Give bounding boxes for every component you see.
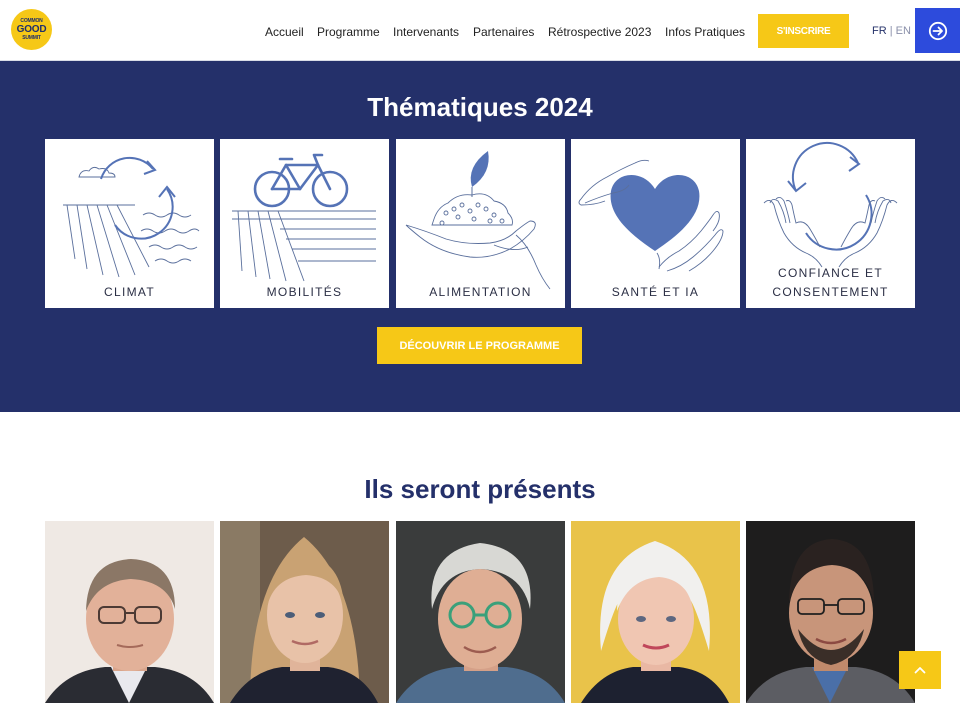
themes-title: Thématiques 2024 [367, 92, 593, 122]
speakers-title: Ils seront présents [364, 474, 596, 504]
lang-separator: | [889, 25, 893, 37]
signup-button[interactable]: S'INSCRIRE [758, 14, 849, 48]
theme-label-confiance-line1: CONFIANCE ET [778, 266, 883, 280]
speaker-photo-5[interactable] [746, 521, 915, 703]
theme-card-alimentation[interactable]: ALIMENTATION [396, 139, 565, 308]
login-arrow-icon [928, 21, 947, 40]
common-good-summit-logo[interactable]: COMMON GOOD SUMMIT [11, 9, 52, 50]
nav-link-programme[interactable]: Programme [317, 25, 380, 39]
nav-link-partenaires[interactable]: Partenaires [473, 25, 534, 39]
theme-label-alimentation: ALIMENTATION [429, 285, 532, 299]
lang-fr-link[interactable]: FR [872, 25, 887, 37]
speaker-photo-2[interactable] [220, 521, 389, 703]
theme-label-mobilites: MOBILITÉS [266, 285, 343, 299]
discover-program-button[interactable]: DÉCOUVRIR LE PROGRAMME [377, 327, 582, 364]
theme-card-climat[interactable]: CLIMAT [45, 139, 214, 308]
theme-label-confiance-line2: CONSENTEMENT [772, 285, 889, 299]
theme-card-sante-ia[interactable]: SANTÉ ET IA [571, 139, 740, 308]
theme-card-mobilites[interactable]: MOBILITÉS [220, 139, 389, 308]
back-to-top-button[interactable] [899, 651, 941, 689]
theme-label-sante-ia: SANTÉ ET IA [611, 285, 700, 299]
lang-en-link[interactable]: EN [896, 25, 911, 37]
nav-link-infos-pratiques[interactable]: Infos Pratiques [665, 25, 745, 39]
nav-link-accueil[interactable]: Accueil [265, 25, 304, 39]
speaker-photo-4[interactable] [571, 521, 740, 703]
speaker-photo-3[interactable] [396, 521, 565, 703]
theme-card-confiance[interactable]: CONFIANCE ET CONSENTEMENT [746, 139, 915, 308]
chevron-up-icon [914, 667, 926, 674]
nav-link-retrospective[interactable]: Rétrospective 2023 [548, 25, 651, 39]
login-button[interactable] [915, 8, 960, 53]
themes-section: Thématiques 2024 CLIMAT MOBILITÉS ALIMEN… [0, 61, 960, 412]
nav-link-intervenants[interactable]: Intervenants [393, 25, 459, 39]
language-switcher: FR | EN [872, 25, 911, 37]
theme-label-climat: CLIMAT [104, 285, 155, 299]
speaker-photo-1[interactable] [45, 521, 214, 703]
site-header: COMMON GOOD SUMMIT Accueil Programme Int… [0, 0, 960, 61]
